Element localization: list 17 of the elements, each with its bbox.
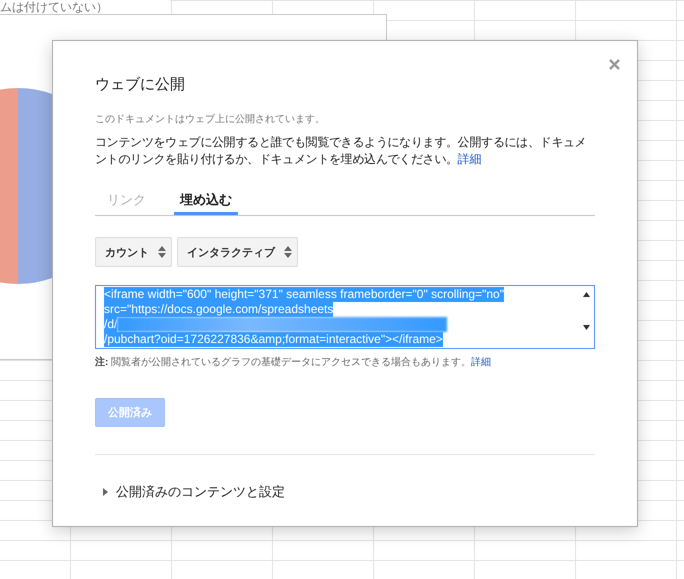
sheet-heading: ムは付けていない） bbox=[0, 0, 170, 14]
description-text: コンテンツをウェブに公開すると誰でも閲覧できるようになります。公開するには、ドキュメントのリンクを貼り付けるか、ドキュメントを埋め込んでください。詳細 bbox=[95, 134, 588, 168]
dropdown[interactable]: インタラクティブ bbox=[177, 237, 298, 267]
up-down-arrows-icon bbox=[158, 246, 166, 258]
scroll-down-icon[interactable] bbox=[582, 325, 590, 330]
details-link[interactable]: 詳細 bbox=[458, 152, 482, 166]
note-text: 注: 閲覧者が公開されているグラフの基礎データにアクセスできる場合もあります。詳細 bbox=[95, 355, 492, 369]
caret-right-icon[interactable] bbox=[103, 488, 108, 496]
dialog-title: ウェブに公開 bbox=[95, 75, 186, 94]
status-text: このドキュメントはウェブ上に公開されています。 bbox=[95, 112, 326, 126]
up-down-arrows-icon bbox=[284, 246, 292, 258]
section-toggle[interactable]: 公開済みのコンテンツと設定 bbox=[116, 483, 285, 501]
scroll-up-icon[interactable] bbox=[582, 292, 590, 297]
dropdown[interactable]: カウント bbox=[95, 237, 172, 267]
tab[interactable]: 埋め込む bbox=[174, 191, 238, 215]
close-icon[interactable] bbox=[609, 59, 620, 70]
details-link[interactable]: 詳細 bbox=[471, 357, 492, 368]
